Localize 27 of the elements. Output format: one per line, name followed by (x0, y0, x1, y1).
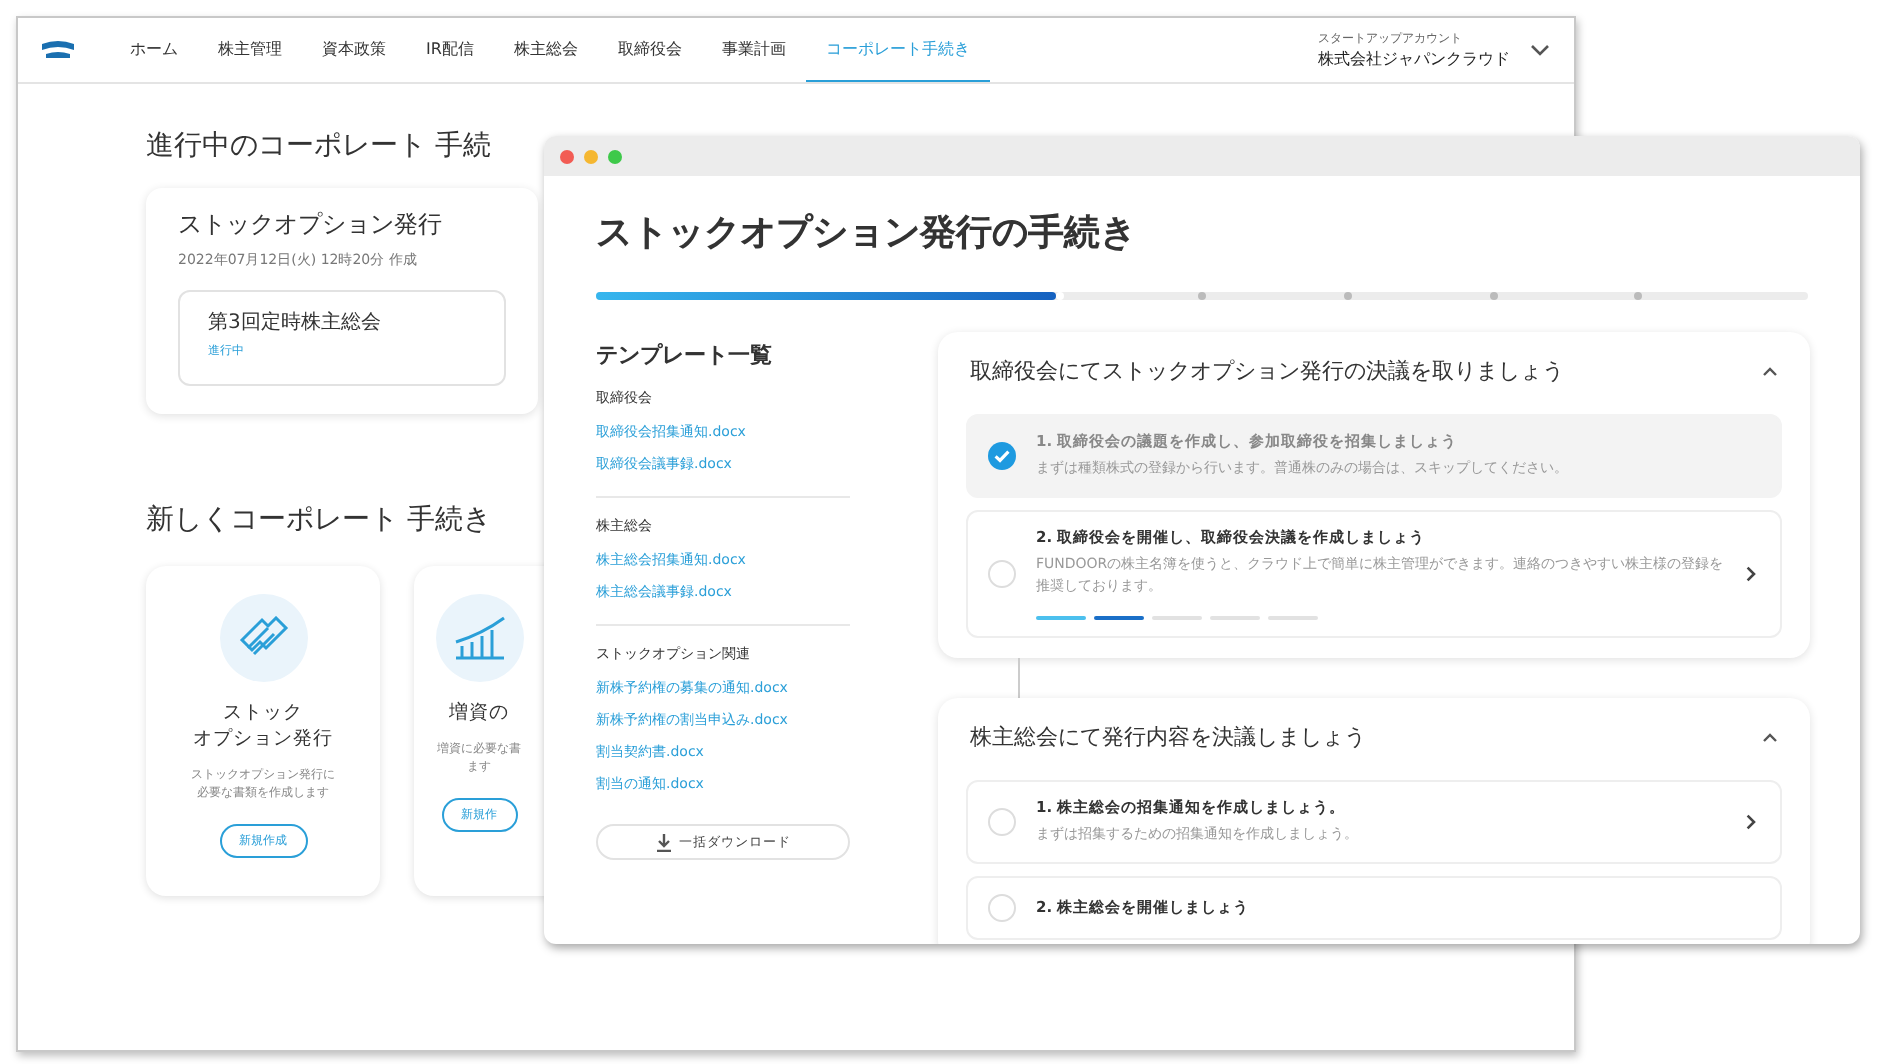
nav-tab[interactable]: 株主総会 (493, 18, 598, 82)
section-heading: 新しくコーポレート 手続き (146, 502, 491, 538)
section-heading: 進行中のコーポレート 手続 (146, 128, 491, 164)
card-title: 増資の (449, 702, 509, 728)
procedure-title: ストックオプション発行 (178, 208, 442, 242)
ticket-icon (237, 616, 289, 660)
account-name[interactable]: 株式会社ジャパンクラウド (1318, 48, 1510, 70)
bar-chart-icon (453, 616, 505, 660)
nav-tab[interactable]: 事業計画 (701, 18, 806, 82)
section-title: 株主総会にて発行内容を決議しましょう (970, 721, 1366, 752)
nav-tab[interactable]: IR配信 (406, 18, 494, 82)
download-icon (655, 833, 671, 851)
nav-tab[interactable]: 株主管理 (198, 18, 302, 82)
item-title: 第3回定時株主総会 (208, 309, 381, 336)
nav-tab[interactable]: ホーム (110, 18, 198, 82)
chevron-right-icon (1746, 565, 1756, 582)
section-title: 取締役会にてストックオプション発行の決議を取りましょう (970, 356, 1564, 386)
chevron-right-icon (1746, 813, 1756, 830)
card-title: ストック オプション発行 (193, 702, 333, 754)
nav-tab[interactable]: 資本政策 (302, 18, 406, 82)
page-title: ストックオプション発行の手続き (596, 210, 1138, 256)
chevron-up-icon[interactable] (1762, 731, 1778, 742)
logo-icon (42, 40, 74, 60)
chevron-down-icon (1530, 44, 1550, 56)
chevron-up-icon[interactable] (1762, 366, 1778, 376)
nav-tab[interactable]: 取締役会 (597, 18, 702, 82)
sidebar-heading: テンプレート一覧 (596, 340, 774, 370)
